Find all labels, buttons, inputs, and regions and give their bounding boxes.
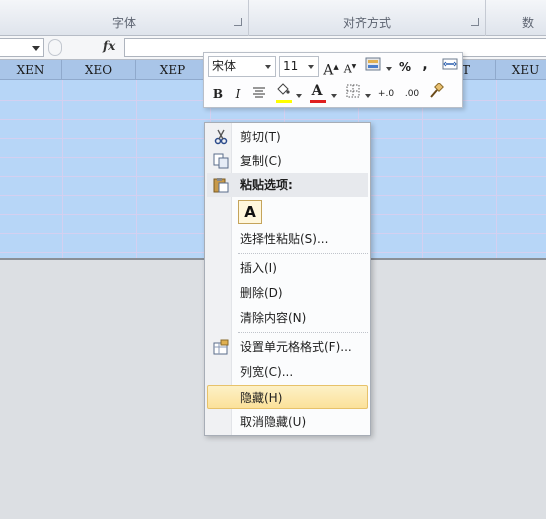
scissors-icon [213, 129, 229, 145]
menu-item-label: 列宽(C)... [240, 365, 294, 379]
menu-item-copy[interactable]: 复制(C) [207, 149, 368, 173]
menu-item-label: 清除内容(N) [240, 311, 307, 325]
increase-font-size-icon[interactable]: A▲ [322, 57, 340, 79]
chevron-down-icon[interactable] [386, 67, 392, 71]
alignment-dialog-launcher-icon[interactable] [471, 18, 479, 26]
merge-center-icon[interactable] [440, 57, 460, 77]
copy-icon [213, 153, 229, 169]
bold-icon[interactable]: B [209, 84, 227, 104]
font-color-swatch [310, 100, 326, 103]
column-header[interactable]: XEP [136, 60, 210, 80]
italic-icon[interactable]: I [229, 84, 247, 104]
chevron-down-icon[interactable] [32, 46, 40, 51]
chevron-down-icon[interactable] [265, 65, 271, 69]
menu-item-label: 设置单元格格式(F)... [240, 340, 352, 354]
menu-item-hide[interactable]: 隐藏(H) [207, 385, 368, 409]
ribbon-group-number: 数 [486, 0, 546, 36]
borders-icon[interactable] [344, 84, 362, 104]
font-dialog-launcher-icon[interactable] [234, 18, 242, 26]
chevron-down-icon[interactable] [331, 94, 337, 98]
ribbon-group-font: 字体 [0, 0, 249, 36]
menu-item-label: 复制(C) [240, 154, 282, 168]
menu-item-cut[interactable]: 剪切(T) [207, 125, 368, 149]
menu-item-clear-contents[interactable]: 清除内容(N) [207, 306, 368, 330]
column-header[interactable]: XEU [496, 60, 546, 80]
font-name-select[interactable]: 宋体 [208, 56, 276, 77]
percent-style-icon[interactable]: % [397, 57, 413, 77]
menu-item-label: 插入(I) [240, 261, 277, 275]
decrease-font-size-label: A [343, 62, 352, 76]
font-size-select[interactable]: 11 [279, 56, 319, 77]
ribbon-group-alignment: 对齐方式 [249, 0, 486, 36]
column-header[interactable]: XEO [62, 60, 136, 80]
menu-item-format-cells[interactable]: 设置单元格格式(F)... [207, 335, 368, 359]
increase-decimal-icon[interactable]: +.0 [374, 84, 398, 104]
insert-function-icon[interactable]: fx [103, 39, 115, 53]
fill-color-swatch [276, 100, 292, 103]
menu-item-label: 隐藏(H) [240, 391, 283, 405]
comma-style-icon[interactable]: , [420, 55, 430, 75]
fill-color-icon[interactable] [274, 82, 292, 102]
menu-item-unhide[interactable]: 取消隐藏(U) [207, 410, 368, 434]
ribbon-group-alignment-label: 对齐方式 [342, 16, 391, 30]
format-cells-icon [213, 339, 229, 355]
chevron-down-icon[interactable] [308, 65, 314, 69]
decrease-font-size-icon[interactable]: A▼ [342, 57, 358, 77]
menu-item-label: 剪切(T) [240, 130, 281, 144]
chevron-down-icon[interactable] [296, 94, 302, 98]
formula-bar-splitter[interactable] [48, 39, 62, 56]
paste-values-button[interactable]: A [238, 200, 262, 224]
menu-item-paste-special[interactable]: 选择性粘贴(S)... [207, 227, 368, 251]
column-header[interactable]: XEN [0, 60, 62, 80]
menu-separator [238, 332, 368, 333]
number-format-icon[interactable] [364, 57, 382, 77]
menu-item-delete[interactable]: 删除(D) [207, 281, 368, 305]
menu-item-column-width[interactable]: 列宽(C)... [207, 360, 368, 384]
context-menu: 剪切(T) 复制(C) 粘贴选项: A 选择性粘贴(S)... 插入(I) 删除… [204, 122, 371, 436]
name-box[interactable] [0, 38, 44, 57]
ribbon-group-font-label: 字体 [111, 16, 136, 30]
menu-item-insert[interactable]: 插入(I) [207, 256, 368, 280]
chevron-down-icon[interactable] [365, 94, 371, 98]
increase-font-size-label: A [323, 62, 334, 79]
menu-item-label: 粘贴选项: [240, 178, 293, 192]
font-size-value: 11 [283, 59, 299, 73]
menu-item-label: 选择性粘贴(S)... [240, 232, 329, 246]
grid-line [0, 119, 546, 120]
decrease-decimal-icon[interactable]: .00 [400, 84, 424, 104]
format-painter-icon[interactable] [426, 82, 446, 103]
ribbon: 字体 对齐方式 数 [0, 0, 546, 36]
mini-toolbar: 宋体 11 A▲ A▼ % , B I A +.0 .00 [203, 52, 463, 108]
menu-separator [238, 253, 368, 254]
font-name-value: 宋体 [212, 59, 237, 73]
paste-options-header: 粘贴选项: [207, 173, 368, 197]
menu-item-label: 删除(D) [240, 286, 283, 300]
ribbon-group-number-label: 数 [522, 16, 535, 30]
menu-item-label: 取消隐藏(U) [240, 415, 307, 429]
paste-icon [213, 177, 229, 193]
align-center-icon[interactable] [250, 84, 268, 104]
font-color-icon[interactable]: A [308, 81, 326, 101]
